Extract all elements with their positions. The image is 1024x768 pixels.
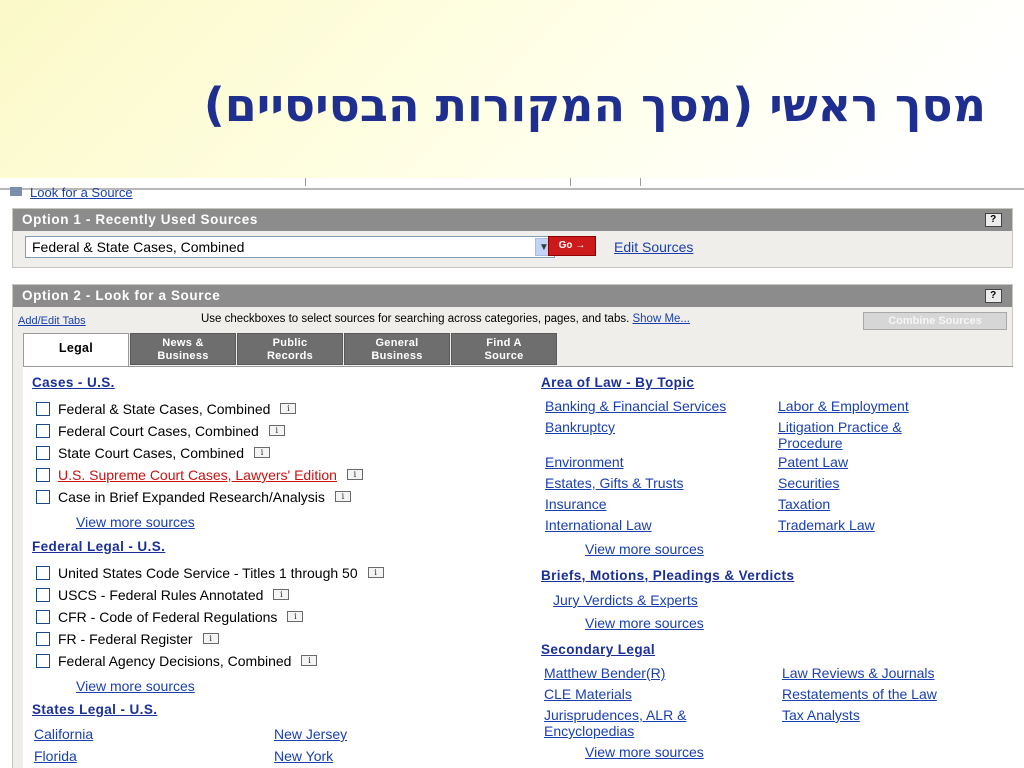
option1-panel: Option 1 - Recently Used Sources ? Feder… — [12, 208, 1013, 268]
info-icon[interactable]: i — [367, 567, 384, 578]
source-row: FR - Federal Register i — [36, 629, 219, 649]
section-federal-legal[interactable]: Federal Legal - U.S. — [32, 539, 165, 554]
source-checkbox[interactable] — [36, 468, 50, 482]
help-icon[interactable]: ? — [985, 213, 1002, 227]
recent-sources-select[interactable]: Federal & State Cases, Combined ▼ — [25, 236, 555, 258]
jury-verdicts-link[interactable]: Jury Verdicts & Experts — [553, 592, 698, 608]
source-row: Federal Court Cases, Combined i — [36, 421, 285, 441]
section-briefs[interactable]: Briefs, Motions, Pleadings & Verdicts — [541, 568, 794, 583]
arrow-right-icon: → — [575, 240, 586, 251]
topic-link[interactable]: Insurance — [545, 496, 606, 512]
view-more-sources-link[interactable]: View more sources — [585, 615, 704, 631]
topic-link[interactable]: Litigation Practice & Procedure — [778, 419, 902, 451]
tab-news-business[interactable]: News & Business — [130, 333, 236, 365]
option1-header: Option 1 - Recently Used Sources ? — [13, 209, 1012, 231]
section-states-legal[interactable]: States Legal - U.S. — [32, 702, 157, 717]
tab-general-business[interactable]: General Business — [344, 333, 450, 365]
view-more-sources-link[interactable]: View more sources — [76, 514, 195, 530]
topic-link[interactable]: Environment — [545, 454, 624, 470]
state-link-new-york[interactable]: New York — [274, 748, 333, 764]
section-cases-us[interactable]: Cases - U.S. — [32, 375, 115, 390]
info-icon[interactable]: i — [268, 425, 285, 436]
source-icon — [10, 187, 22, 196]
source-checkbox[interactable] — [36, 654, 50, 668]
source-checkbox[interactable] — [36, 490, 50, 504]
tab-legal[interactable]: Legal — [23, 333, 129, 367]
source-row: U.S. Supreme Court Cases, Lawyers' Editi… — [36, 465, 363, 485]
go-button[interactable]: Go → — [548, 236, 596, 256]
view-more-sources-link[interactable]: View more sources — [585, 744, 704, 760]
section-secondary-legal[interactable]: Secondary Legal — [541, 642, 655, 657]
info-icon[interactable]: i — [253, 447, 270, 458]
topic-link[interactable]: Labor & Employment — [778, 398, 909, 414]
source-row: Federal & State Cases, Combined i — [36, 399, 297, 419]
instructions-text: Use checkboxes to select sources for sea… — [201, 313, 691, 325]
topic-link[interactable]: Taxation — [778, 496, 830, 512]
info-icon[interactable]: i — [280, 403, 297, 414]
toolbar-divider — [0, 188, 1024, 190]
view-more-sources-link[interactable]: View more sources — [585, 541, 704, 557]
source-checkbox[interactable] — [36, 610, 50, 624]
topic-link[interactable]: Securities — [778, 475, 839, 491]
lexis-screenshot: Look for a Source Option 1 - Recently Us… — [0, 178, 1024, 768]
topic-link[interactable]: Trademark Law — [778, 517, 875, 533]
source-row: State Court Cases, Combined i — [36, 443, 270, 463]
tab-public-records[interactable]: Public Records — [237, 333, 343, 365]
state-link-florida[interactable]: Florida — [34, 748, 77, 764]
info-icon[interactable]: i — [334, 491, 351, 502]
option2-panel: Option 2 - Look for a Source ? Add/Edit … — [12, 284, 1013, 768]
source-row: United States Code Service - Titles 1 th… — [36, 563, 384, 583]
option2-header: Option 2 - Look for a Source ? — [13, 285, 1012, 307]
source-row: Federal Agency Decisions, Combined i — [36, 651, 318, 671]
topic-link[interactable]: Bankruptcy — [545, 419, 615, 435]
source-checkbox[interactable] — [36, 424, 50, 438]
edit-sources-link[interactable]: Edit Sources — [614, 239, 693, 255]
legal-tab-content: Cases - U.S. Federal & State Cases, Comb… — [23, 366, 1013, 768]
tab-find-a-source[interactable]: Find A Source — [451, 333, 557, 365]
look-for-source-link[interactable]: Look for a Source — [10, 185, 133, 200]
state-link-california[interactable]: California — [34, 726, 93, 742]
info-icon[interactable]: i — [273, 589, 290, 600]
source-checkbox[interactable] — [36, 402, 50, 416]
info-icon[interactable]: i — [202, 633, 219, 644]
source-checkbox[interactable] — [36, 566, 50, 580]
secondary-link[interactable]: Restatements of the Law — [782, 686, 937, 702]
secondary-link[interactable]: Law Reviews & Journals — [782, 665, 935, 681]
info-icon[interactable]: i — [301, 655, 318, 666]
combine-sources-button[interactable]: Combine Sources — [863, 312, 1007, 330]
secondary-link[interactable]: Jurisprudences, ALR & Encyclopedias — [544, 707, 686, 739]
source-checkbox[interactable] — [36, 446, 50, 460]
view-more-sources-link[interactable]: View more sources — [76, 678, 195, 694]
secondary-link[interactable]: Tax Analysts — [782, 707, 860, 723]
source-checkbox[interactable] — [36, 632, 50, 646]
topic-link[interactable]: Banking & Financial Services — [545, 398, 726, 414]
help-icon[interactable]: ? — [985, 289, 1002, 303]
slide-title: מסך ראשי (מסך המקורות הבסיסיים) — [203, 78, 986, 132]
topic-link[interactable]: International Law — [545, 517, 652, 533]
section-area-of-law[interactable]: Area of Law - By Topic — [541, 375, 694, 390]
source-row: USCS - Federal Rules Annotated i — [36, 585, 290, 605]
source-row: Case in Brief Expanded Research/Analysis… — [36, 487, 351, 507]
topic-link[interactable]: Patent Law — [778, 454, 848, 470]
secondary-link[interactable]: Matthew Bender(R) — [544, 665, 665, 681]
show-me-link[interactable]: Show Me... — [632, 313, 690, 325]
secondary-link[interactable]: CLE Materials — [544, 686, 632, 702]
add-edit-tabs-link[interactable]: Add/Edit Tabs — [18, 315, 86, 327]
topic-link[interactable]: Estates, Gifts & Trusts — [545, 475, 683, 491]
info-icon[interactable]: i — [287, 611, 304, 622]
state-link-new-jersey[interactable]: New Jersey — [274, 726, 347, 742]
supreme-court-link[interactable]: U.S. Supreme Court Cases, Lawyers' Editi… — [58, 467, 337, 483]
source-row: CFR - Code of Federal Regulations i — [36, 607, 304, 627]
info-icon[interactable]: i — [346, 469, 363, 480]
source-checkbox[interactable] — [36, 588, 50, 602]
